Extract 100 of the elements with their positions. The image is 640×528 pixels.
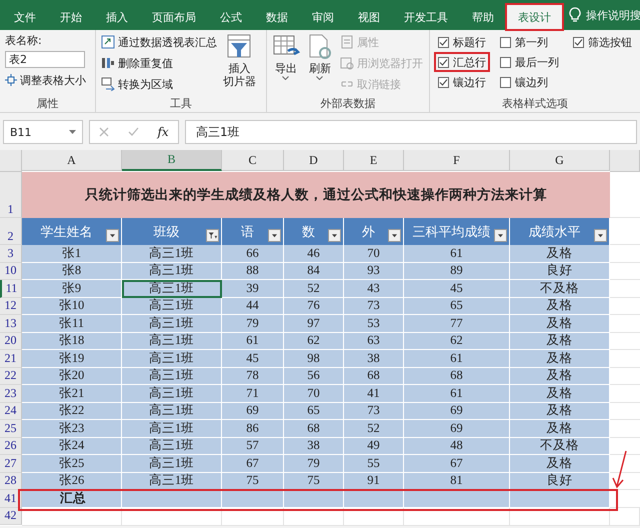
- table-header-cell: 数: [284, 218, 344, 245]
- table-name-field[interactable]: 表2: [5, 51, 85, 68]
- ribbon-tab[interactable]: 视图: [346, 4, 392, 30]
- table-cell: 61: [404, 350, 510, 368]
- insert-function-button[interactable]: fx: [157, 125, 169, 139]
- row-number[interactable]: 25: [0, 420, 22, 438]
- table-cell: 良好: [510, 262, 610, 280]
- table-cell: 高三1班: [122, 280, 222, 298]
- table-cell: 张23: [22, 420, 122, 438]
- filter-funnel-icon[interactable]: [206, 229, 219, 242]
- table-cell: 高三1班: [122, 438, 222, 455]
- row-number[interactable]: 1: [0, 172, 22, 218]
- table-cell: 及格: [510, 368, 610, 385]
- table-cell: 71: [222, 385, 284, 402]
- row-number[interactable]: 27: [0, 455, 22, 472]
- table-cell: 88: [222, 262, 284, 280]
- row-number[interactable]: 10: [0, 262, 22, 280]
- table-cell: 不及格: [510, 438, 610, 455]
- ribbon-tab[interactable]: 开始: [48, 4, 94, 30]
- ribbon-tab[interactable]: 开发工具: [392, 4, 460, 30]
- table-cell: 63: [344, 332, 404, 350]
- row-number[interactable]: 3: [0, 245, 22, 262]
- table-cell: 86: [222, 420, 284, 438]
- insert-slicer-button[interactable]: 插入 切片器: [222, 33, 256, 96]
- row-number[interactable]: 23: [0, 385, 22, 402]
- row-number[interactable]: 28: [0, 472, 22, 490]
- table-cell: 61: [404, 385, 510, 402]
- empty-cell: [344, 508, 404, 526]
- style-option-checkbox[interactable]: 标题行: [435, 33, 489, 51]
- table-header-cell: 成绩水平: [510, 218, 610, 245]
- table-cell: 55: [344, 455, 404, 472]
- caret-icon: [316, 76, 324, 80]
- table-cell: 38: [344, 350, 404, 368]
- ribbon-tab[interactable]: 表设计: [506, 4, 563, 30]
- column-header[interactable]: E: [344, 150, 404, 171]
- column-header[interactable]: F: [404, 150, 510, 171]
- style-option-checkbox[interactable]: 汇总行: [435, 53, 489, 71]
- row-number[interactable]: 41: [0, 490, 22, 508]
- ribbon-tab[interactable]: 文件: [2, 4, 48, 30]
- table-cell: 43: [344, 280, 404, 298]
- table-cell: 高三1班: [122, 332, 222, 350]
- style-option-checkbox[interactable]: 第一列: [497, 33, 562, 51]
- table-header-cell: 语: [222, 218, 284, 245]
- table-cell: 张18: [22, 332, 122, 350]
- caret-icon: [282, 76, 290, 80]
- table-cell: 49: [344, 438, 404, 455]
- table-cell: [344, 490, 404, 508]
- column-header[interactable]: D: [284, 150, 344, 171]
- ribbon-tab[interactable]: 帮助: [460, 4, 506, 30]
- check-icon[interactable]: [128, 127, 139, 137]
- column-header[interactable]: A: [22, 150, 122, 171]
- table-cell: 张20: [22, 368, 122, 385]
- row-number[interactable]: 21: [0, 350, 22, 368]
- table-cell: 61: [222, 332, 284, 350]
- row-number[interactable]: 12: [0, 298, 22, 315]
- ribbon-button[interactable]: 删除重复值: [100, 54, 217, 72]
- row-number[interactable]: 42: [0, 508, 22, 525]
- column-header[interactable]: B: [122, 150, 222, 171]
- row-number[interactable]: 26: [0, 438, 22, 455]
- row-number[interactable]: 11: [0, 280, 22, 298]
- column-header[interactable]: G: [510, 150, 610, 171]
- resize-table-button[interactable]: 调整表格大小: [5, 71, 86, 89]
- ribbon-button[interactable]: 转换为区域: [100, 75, 217, 93]
- row-number[interactable]: 20: [0, 332, 22, 350]
- ribbon-tab[interactable]: 插入: [94, 4, 140, 30]
- column-header[interactable]: C: [222, 150, 284, 171]
- table-name-label: 表名称:: [5, 33, 43, 48]
- row-number[interactable]: 13: [0, 315, 22, 332]
- style-option-checkbox[interactable]: 筛选按钮: [570, 33, 635, 51]
- table-cell: 84: [284, 262, 344, 280]
- ribbon-button[interactable]: 通过数据透视表汇总: [100, 33, 217, 51]
- table-header-cell: 学生姓名: [22, 218, 122, 245]
- ribbon-tab[interactable]: 数据: [254, 4, 300, 30]
- row-number[interactable]: 22: [0, 368, 22, 385]
- ribbon-large-button[interactable]: 导出: [272, 33, 300, 96]
- table-cell: 高三1班: [122, 420, 222, 438]
- table-cell: 张10: [22, 298, 122, 315]
- row-number[interactable]: 2: [0, 218, 22, 245]
- group-title: 工具: [168, 96, 193, 112]
- table-cell: 45: [222, 350, 284, 368]
- ribbon-tab[interactable]: 公式: [208, 4, 254, 30]
- style-option-checkbox[interactable]: 镶边行: [435, 73, 489, 91]
- table-cell: 69: [222, 402, 284, 420]
- table-cell: 70: [284, 385, 344, 402]
- table-cell: 张22: [22, 402, 122, 420]
- group-title: 属性: [35, 96, 60, 112]
- table-cell: 41: [344, 385, 404, 402]
- ribbon-large-button[interactable]: 刷新: [306, 33, 334, 96]
- table-cell: [284, 490, 344, 508]
- checkmark-icon: [439, 38, 448, 46]
- row-number[interactable]: 24: [0, 402, 22, 420]
- name-box[interactable]: B11: [3, 120, 83, 144]
- table-cell: 高三1班: [122, 455, 222, 472]
- formula-field[interactable]: 高三1班: [185, 120, 637, 144]
- table-cell: 78: [222, 368, 284, 385]
- style-option-checkbox[interactable]: 镶边列: [497, 73, 562, 91]
- ribbon-tab[interactable]: 审阅: [300, 4, 346, 30]
- table-cell: 67: [404, 455, 510, 472]
- ribbon-tab[interactable]: 页面布局: [140, 4, 208, 30]
- style-option-checkbox[interactable]: 最后一列: [497, 53, 562, 71]
